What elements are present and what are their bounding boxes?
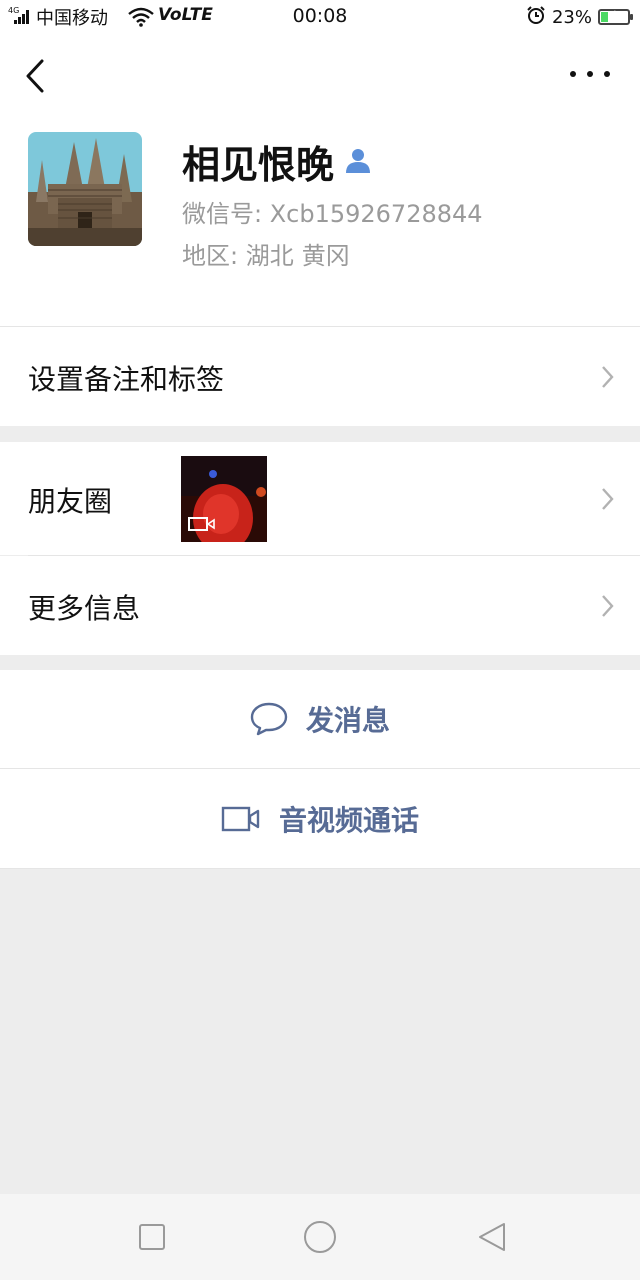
recent-apps-icon[interactable] <box>137 1222 167 1252</box>
avatar-temple-image <box>28 132 142 246</box>
divider <box>0 868 640 869</box>
remarks-and-tags-row[interactable]: 设置备注和标签 <box>0 327 640 426</box>
chevron-right-icon <box>602 595 614 617</box>
moments-label: 朋友圈 <box>28 485 113 518</box>
chat-bubble-icon <box>250 702 288 736</box>
user-icon <box>344 146 372 178</box>
moments-thumbnail <box>181 456 267 542</box>
send-message-button[interactable]: 发消息 <box>0 670 640 768</box>
remarks-label: 设置备注和标签 <box>28 363 225 396</box>
wechat-id: 微信号: Xcb15926728844 <box>182 200 483 228</box>
region: 地区: 湖北 黄冈 <box>182 236 350 271</box>
chevron-left-icon <box>26 59 44 93</box>
more-dot-icon <box>587 71 593 77</box>
more-info-label: 更多信息 <box>28 592 141 625</box>
send-message-label: 发消息 <box>305 704 390 737</box>
region-city: 黄冈 <box>301 242 350 270</box>
avatar[interactable] <box>28 132 142 246</box>
profile-header: 相见恨晚 微信号: Xcb15926728844 地区: 湖北 黄冈 <box>0 34 640 326</box>
home-icon[interactable] <box>303 1220 337 1254</box>
alarm-icon <box>526 5 546 30</box>
more-info-row[interactable]: 更多信息 <box>0 556 640 655</box>
chevron-right-icon <box>602 488 614 510</box>
status-bar: 4G 中国移动 VoLTE 00:08 23% ⚡ <box>0 0 640 34</box>
more-dot-icon <box>570 71 576 77</box>
battery-percent: 23% <box>551 6 592 28</box>
region-province: 地区: 湖北 <box>182 242 294 270</box>
back-button[interactable] <box>22 58 50 94</box>
chevron-right-icon <box>602 366 614 388</box>
more-dot-icon <box>604 71 610 77</box>
video-camera-icon <box>221 806 260 831</box>
system-navigation-bar <box>0 1194 640 1280</box>
audio-video-call-button[interactable]: 音视频通话 <box>0 769 640 868</box>
audio-video-call-label: 音视频通话 <box>278 803 419 837</box>
name-row: 相见恨晚 <box>182 134 372 189</box>
back-triangle-icon[interactable] <box>477 1222 507 1252</box>
contact-name: 相见恨晚 <box>182 143 335 187</box>
moments-row[interactable]: 朋友圈 <box>0 442 640 555</box>
status-right: 23% ⚡ <box>526 4 633 30</box>
more-options-button[interactable] <box>570 62 610 86</box>
battery-icon: ⚡ <box>598 8 633 25</box>
